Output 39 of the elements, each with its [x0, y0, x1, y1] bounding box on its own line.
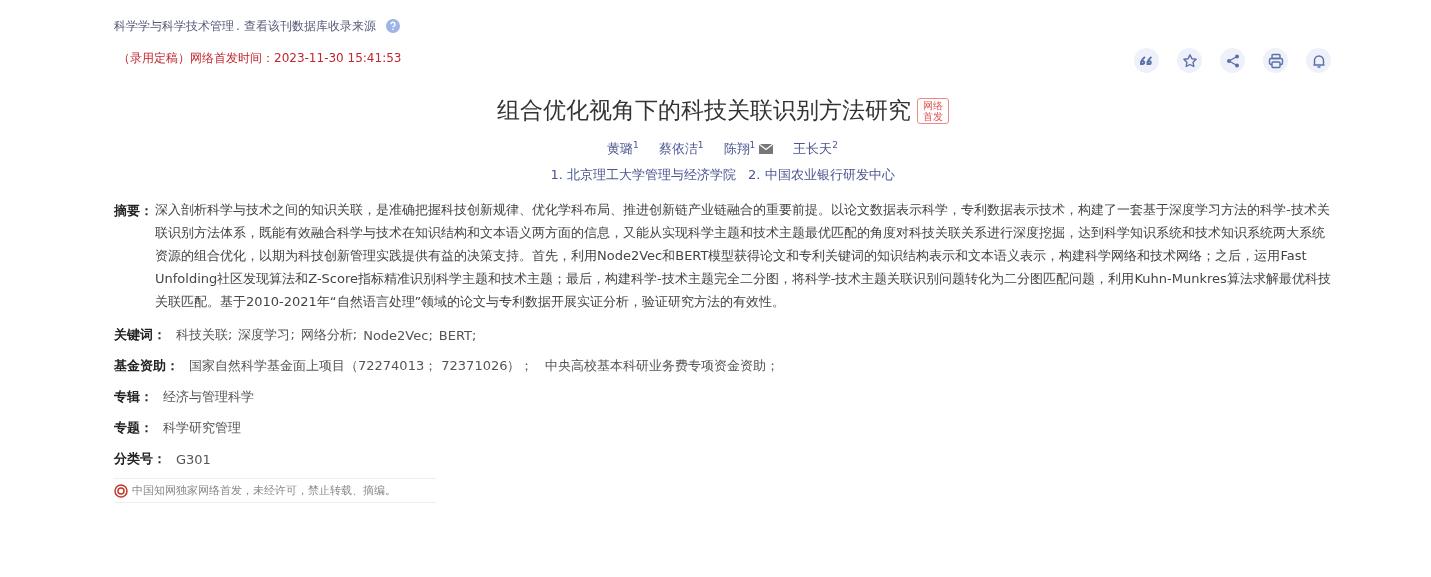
share-button[interactable] — [1220, 48, 1245, 73]
keyword-link[interactable]: 深度学习; — [238, 326, 295, 345]
author-link[interactable]: 蔡依洁$^{1}$ — [658, 140, 704, 159]
funding-label: 基金资助： — [114, 357, 179, 376]
source-link[interactable]: . 查看该刊数据库收录来源 — [236, 17, 376, 35]
online-first-badge: 网络首发 — [916, 97, 949, 124]
favorite-button[interactable] — [1177, 48, 1202, 73]
star-icon — [1181, 52, 1198, 69]
keywords-label: 关键词： — [114, 326, 166, 345]
author-link[interactable]: 陈翔$^{1}$ — [723, 140, 756, 159]
target-icon — [114, 483, 128, 498]
copyright-notice: 中国知网独家网络首发，未经许可，禁止转载、摘编。 — [132, 483, 396, 499]
printer-icon — [1267, 52, 1284, 69]
keyword-link[interactable]: 网络分析; — [300, 326, 358, 345]
keyword-link[interactable]: 科技关联; — [176, 326, 233, 345]
email-icon[interactable] — [759, 144, 774, 155]
abstract-text: 深入剖析科学与技术之间的知识关联，是准确把握科技创新规律、优化学科布局、推进创新链产业链融合的重要前提。以论文数据表示科学，专利数据表示技术，构建了一套基于深度学习方法的科学-技术关联识别方法体系，既能有效融合科学与技术在知识结构和文本语义两方面的信息，又能从实现科学主题和技术主题最优匹配的角度对科技关联关系进行深度挖掘，达到科学知识系统和技术知识系统两大系统资源的组合优化，以期为科技创新管理实践提供有益的决策支持。首先，利用Node2Vec和BERT模型获得论文和专利关键词的知识结构表示和文本语义表示，构建科学网络和技术网络；之后，运用Fast Unfolding社区发现算法和Z-Score指标精准识别科学主题和技术主题；最后，构建科学-技术主题完全二分图，将科学-技术主题关联识别问题转化为二分图匹配问题，利用Kuhn-Munkres算法求解最优科技关联匹配。基于2010-2021年“自然语言处理”领域的论文与专利数据开展实证分析，验证研究方法的有效性。 — [155, 201, 1331, 312]
topic-value: 科学研究管理 — [163, 419, 241, 438]
share-icon — [1224, 52, 1241, 69]
classification-value: G301 — [176, 451, 211, 467]
album-label: 专辑： — [114, 388, 153, 407]
author-link[interactable]: 王长天$^{2}$ — [793, 140, 838, 159]
cite-button[interactable] — [1134, 48, 1159, 73]
notification-button[interactable] — [1306, 48, 1331, 73]
publish-time: （录用定稿）网络首发时间：2023-11-30 15:41:53 — [118, 50, 402, 67]
keyword-link[interactable]: Node2Vec; — [363, 327, 433, 343]
affiliation-link[interactable]: 1. 北京理工大学管理与经济学院 — [550, 166, 736, 185]
abstract-label: 摘要： — [114, 202, 153, 221]
funding-link[interactable]: 中央高校基本科研业务费专项资金资助； — [545, 357, 780, 376]
article-title: 组合优化视角下的科技关联识别方法研究 — [496, 96, 911, 125]
author-link[interactable]: 黄璐$^{1}$ — [607, 140, 639, 159]
print-button[interactable] — [1263, 48, 1288, 73]
topic-label: 专题： — [114, 419, 153, 438]
album-value: 经济与管理科学 — [163, 388, 254, 407]
affiliation-link[interactable]: 2. 中国农业银行研发中心 — [748, 166, 895, 185]
keyword-link[interactable]: BERT; — [438, 327, 477, 343]
classification-label: 分类号： — [114, 450, 166, 469]
funding-link[interactable]: 国家自然科学基金面上项目（72274013； 72371026）； — [189, 357, 534, 376]
journal-name[interactable]: 科学学与科学技术管理 — [114, 17, 234, 35]
